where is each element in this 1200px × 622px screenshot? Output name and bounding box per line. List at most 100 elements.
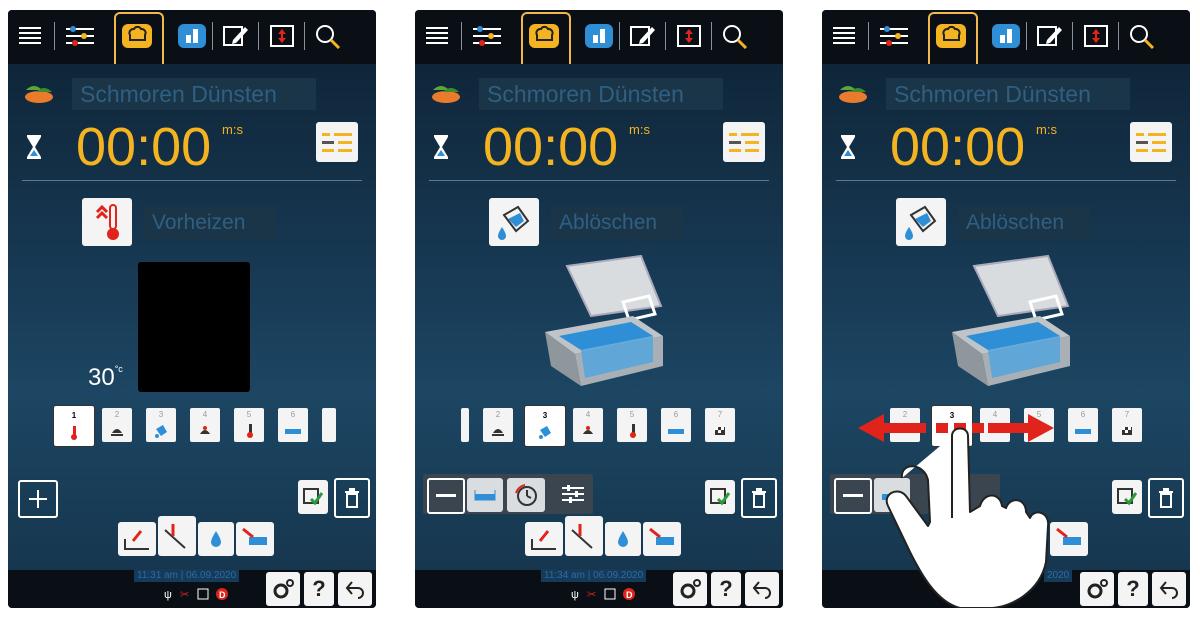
datetime: 11:34 am | 06.09.2020 xyxy=(541,569,647,582)
back-button[interactable] xyxy=(1152,572,1186,606)
add-step-button[interactable] xyxy=(18,480,58,518)
menu-icon[interactable] xyxy=(419,18,455,54)
program-icon xyxy=(429,82,463,109)
step-4[interactable]: 4 xyxy=(190,408,220,442)
svg-text:D: D xyxy=(626,590,633,600)
step-6[interactable]: 6 xyxy=(278,408,308,442)
timer-display[interactable]: 00:00 xyxy=(483,118,618,176)
cooking-path-icon[interactable] xyxy=(581,18,617,54)
edit-icon[interactable] xyxy=(218,18,254,54)
sort-icon[interactable] xyxy=(671,18,707,54)
pan-illustration xyxy=(944,250,1074,395)
step-6[interactable]: 6 xyxy=(1068,408,1098,442)
step-name: Ablöschen xyxy=(551,206,683,240)
delete-button[interactable] xyxy=(1148,478,1184,518)
program-title: Schmoren Dünsten xyxy=(72,78,316,110)
search-icon[interactable] xyxy=(717,18,753,54)
timer-display[interactable]: 00:00 xyxy=(890,118,1025,176)
timer-unit: m:s xyxy=(629,122,650,137)
top-nav xyxy=(8,10,376,64)
checklist-button[interactable] xyxy=(298,480,328,514)
help-button[interactable]: ? xyxy=(1118,572,1148,606)
step-5[interactable]: 5 xyxy=(617,408,647,442)
svg-text:✂: ✂ xyxy=(587,589,596,601)
cleaning-mode-2-button[interactable] xyxy=(565,516,603,556)
sort-icon[interactable] xyxy=(264,18,300,54)
settings-button[interactable] xyxy=(673,572,707,606)
edit-icon[interactable] xyxy=(625,18,661,54)
step-2[interactable]: 2 xyxy=(483,408,513,442)
step-5[interactable]: 5 xyxy=(234,408,264,442)
remove-button[interactable] xyxy=(427,478,465,514)
svg-text:ψ: ψ xyxy=(571,589,579,601)
program-overview-button[interactable] xyxy=(316,122,358,162)
drain-button[interactable] xyxy=(643,522,681,556)
status-icons: ψ ✂ D xyxy=(164,586,234,607)
hourglass-icon xyxy=(433,134,449,165)
program-title: Schmoren Dünsten xyxy=(479,78,723,110)
water-button[interactable] xyxy=(198,522,234,556)
step-6[interactable]: 6 xyxy=(661,408,691,442)
pan-illustration xyxy=(537,250,667,395)
settings-sliders-icon[interactable] xyxy=(876,18,912,54)
drain-button[interactable] xyxy=(236,522,274,556)
step-4[interactable]: 4 xyxy=(573,408,603,442)
cooking-path-icon[interactable] xyxy=(174,18,210,54)
checklist-button[interactable] xyxy=(1112,480,1142,514)
sort-icon[interactable] xyxy=(1078,18,1114,54)
timer-button[interactable] xyxy=(507,478,545,512)
svg-text:D: D xyxy=(219,590,226,600)
edit-icon[interactable] xyxy=(1032,18,1068,54)
settings-sliders-icon[interactable] xyxy=(62,18,98,54)
help-button[interactable]: ? xyxy=(304,572,334,606)
menu-icon[interactable] xyxy=(826,18,862,54)
delete-button[interactable] xyxy=(334,478,370,518)
menu-icon[interactable] xyxy=(12,18,48,54)
chef-hat-icon[interactable] xyxy=(933,18,969,54)
step-7[interactable]: 7 xyxy=(705,408,735,442)
remove-button[interactable] xyxy=(834,478,872,514)
settings-button[interactable] xyxy=(1080,572,1114,606)
top-nav xyxy=(415,10,783,64)
cleaning-mode-1-button[interactable] xyxy=(525,522,563,556)
step-name: Ablöschen xyxy=(958,206,1090,240)
cooking-path-icon[interactable] xyxy=(988,18,1024,54)
step-7[interactable]: 7 xyxy=(1112,408,1142,442)
delete-button[interactable] xyxy=(741,478,777,518)
advanced-settings-button[interactable] xyxy=(555,474,591,514)
deglaze-step-icon xyxy=(896,198,946,246)
program-overview-button[interactable] xyxy=(723,122,765,162)
svg-text:ψ: ψ xyxy=(164,589,172,601)
settings-button[interactable] xyxy=(266,572,300,606)
cleaning-mode-1-button[interactable] xyxy=(118,522,156,556)
cleaning-mode-2-button[interactable] xyxy=(158,516,196,556)
back-button[interactable] xyxy=(745,572,779,606)
step-3[interactable]: 3 xyxy=(525,406,565,446)
hourglass-icon xyxy=(840,134,856,165)
settings-sliders-icon[interactable] xyxy=(469,18,505,54)
step-2[interactable]: 2 xyxy=(102,408,132,442)
timer-display[interactable]: 00:00 xyxy=(76,118,211,176)
camera-preview xyxy=(138,262,250,392)
step-prev-partial[interactable] xyxy=(461,408,469,442)
datetime: 11:31 am | 06.09.2020 xyxy=(134,569,240,582)
chef-hat-icon[interactable] xyxy=(526,18,562,54)
checklist-button[interactable] xyxy=(705,480,735,514)
screen-preheat: Schmoren Dünsten 00:00 m:s Vorheizen 30°… xyxy=(8,10,376,608)
water-level-button[interactable] xyxy=(467,478,503,512)
back-button[interactable] xyxy=(338,572,372,606)
step-1[interactable]: 1 xyxy=(54,406,94,446)
water-button[interactable] xyxy=(605,522,641,556)
search-icon[interactable] xyxy=(310,18,346,54)
help-button[interactable]: ? xyxy=(711,572,741,606)
chef-hat-icon[interactable] xyxy=(119,18,155,54)
screen-swipe-gesture: Schmoren Dünsten 00:00 m:s Ablöschen 2 3… xyxy=(822,10,1190,608)
program-icon xyxy=(836,82,870,109)
step-next-partial[interactable] xyxy=(322,408,336,442)
step-name: Vorheizen xyxy=(144,206,276,240)
program-icon xyxy=(22,82,56,109)
svg-text:✂: ✂ xyxy=(180,589,189,601)
search-icon[interactable] xyxy=(1124,18,1160,54)
step-3[interactable]: 3 xyxy=(146,408,176,442)
program-overview-button[interactable] xyxy=(1130,122,1172,162)
